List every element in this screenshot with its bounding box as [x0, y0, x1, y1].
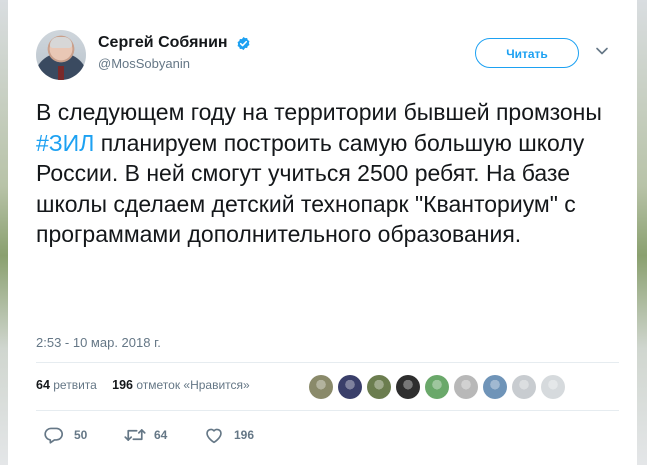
tweet-text-part: В следующем году на территории бывшей пр…	[36, 99, 602, 125]
liker-avatars	[309, 375, 570, 399]
author-block[interactable]: Сергей Собянин @MosSobyanin	[98, 34, 251, 71]
follow-button[interactable]: Читать	[475, 38, 579, 68]
tweet-text-part: планируем построить самую большую школу …	[36, 129, 585, 248]
likes-stat[interactable]: 196 отметок «Нравится»	[112, 378, 250, 392]
retweets-count: 64	[36, 378, 50, 392]
avatar-tie	[58, 66, 64, 80]
liker-avatar[interactable]	[454, 375, 478, 399]
likes-label: отметок «Нравится»	[136, 378, 250, 392]
display-name[interactable]: Сергей Собянин	[98, 34, 228, 52]
liker-avatar[interactable]	[367, 375, 391, 399]
divider	[36, 410, 619, 411]
avatar[interactable]	[36, 30, 86, 80]
tweet-stats: 64 ретвита 196 отметок «Нравится»	[36, 378, 262, 392]
verified-badge-icon	[237, 36, 250, 50]
avatar-hair	[50, 37, 72, 48]
background-edge-left	[0, 0, 8, 465]
tweet-text: В следующем году на территории бывшей пр…	[36, 97, 616, 250]
liker-avatar[interactable]	[425, 375, 449, 399]
heart-icon	[206, 428, 222, 444]
like-count: 196	[234, 428, 255, 442]
hashtag-link[interactable]: #ЗИЛ	[36, 130, 94, 156]
liker-avatar[interactable]	[512, 375, 536, 399]
liker-avatar[interactable]	[541, 375, 565, 399]
retweet-count: 64	[154, 428, 168, 442]
liker-avatar[interactable]	[309, 375, 333, 399]
background-edge-right	[637, 0, 647, 465]
reply-count: 50	[74, 428, 88, 442]
divider	[36, 362, 619, 363]
retweet-icon	[124, 429, 146, 441]
liker-avatar[interactable]	[483, 375, 507, 399]
retweets-label: ретвита	[53, 378, 97, 392]
reply-icon	[44, 427, 63, 444]
retweets-stat[interactable]: 64 ретвита	[36, 378, 97, 392]
username[interactable]: @MosSobyanin	[98, 56, 251, 71]
chevron-down-icon[interactable]	[595, 46, 609, 56]
liker-avatar[interactable]	[338, 375, 362, 399]
likes-count: 196	[112, 378, 134, 392]
tweet-header: Сергей Собянин @MosSobyanin Читать	[36, 30, 627, 86]
tweet-timestamp[interactable]: 2:53 - 10 мар. 2018 г.	[36, 335, 161, 350]
liker-avatar[interactable]	[396, 375, 420, 399]
